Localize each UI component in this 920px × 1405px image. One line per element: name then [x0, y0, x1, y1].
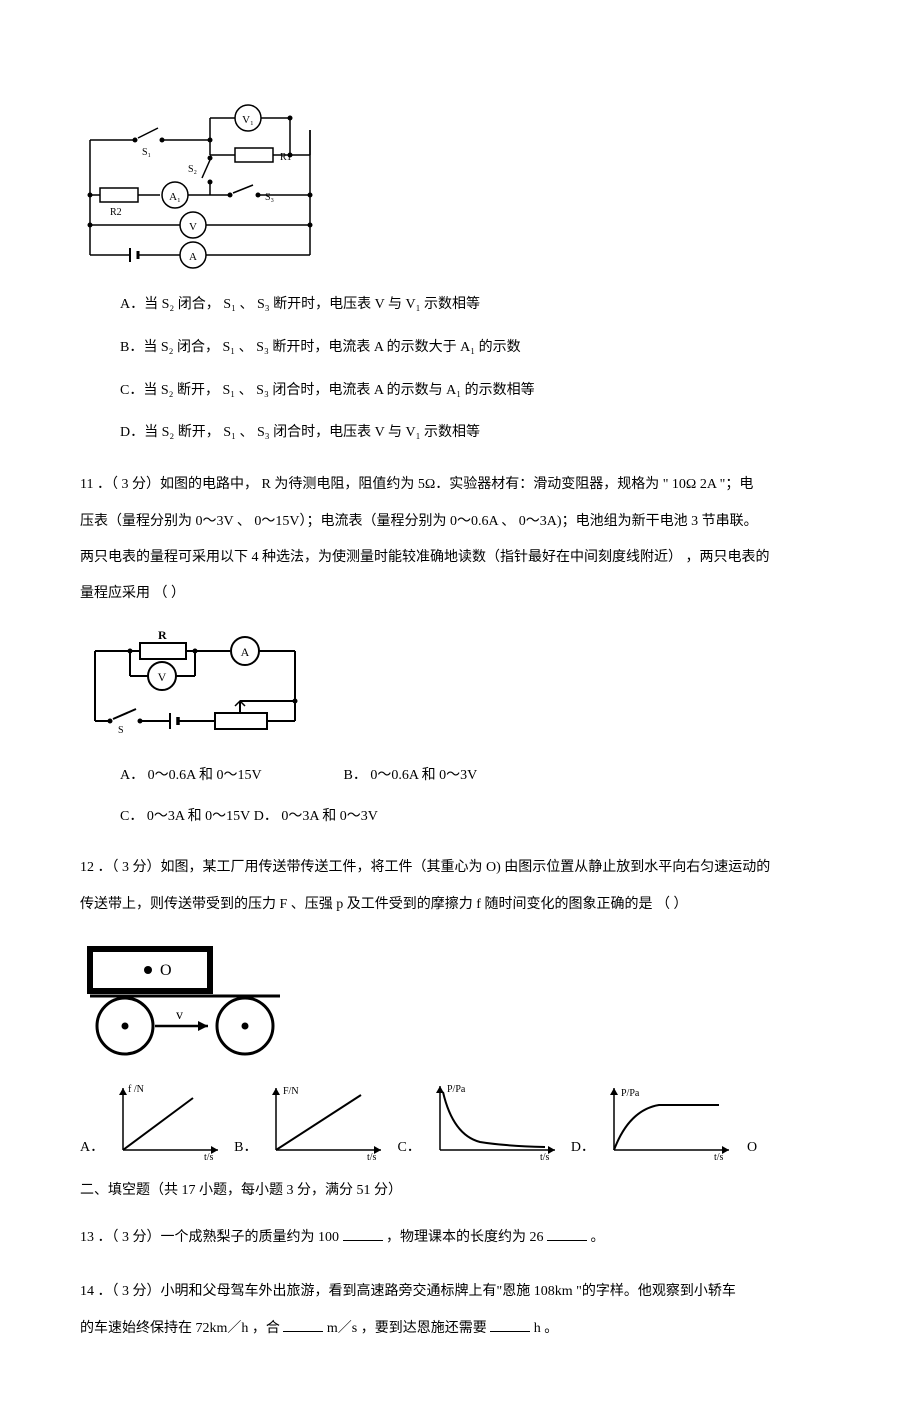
q11-option-c: C． 0～3A 和 0～15V	[120, 802, 250, 833]
q13-part3: 。	[587, 1230, 605, 1245]
q14-part4: h 。	[530, 1321, 558, 1336]
q12-line1: 12 ．（ 3 分）如图，某工厂用传送带传送工件，将工件（其重心为 O) 由图示…	[80, 850, 840, 886]
svg-text:A: A	[241, 645, 250, 659]
q12-label-b: B．	[234, 1137, 257, 1159]
svg-text:V: V	[158, 670, 167, 684]
svg-text:S₃: S₃	[265, 192, 274, 203]
svg-text:R2: R2	[110, 207, 122, 218]
svg-text:F/N: F/N	[283, 1086, 299, 1097]
svg-text:P/Pa: P/Pa	[621, 1088, 640, 1099]
svg-text:P/Pa: P/Pa	[447, 1084, 466, 1095]
q11-option-d: D． 0～3A 和 0～3V	[254, 802, 378, 833]
svg-text:A: A	[189, 251, 197, 263]
q11-line4: 量程应采用 （ ）	[80, 576, 840, 612]
svg-text:f /N: f /N	[128, 1084, 144, 1095]
svg-text:A₁: A₁	[169, 191, 181, 203]
q10-option-b: B．当 S₂ 闭合， S₁ 、 S₃ 断开时，电流表 A 的示数大于 A₁ 的示…	[120, 333, 840, 364]
q12-conveyor-diagram: O v	[80, 941, 840, 1069]
section-2-header: 二、填空题（共 17 小题，每小题 3 分，满分 51 分）	[80, 1180, 840, 1202]
svg-text:V: V	[189, 221, 197, 233]
svg-text:S₁: S₁	[142, 147, 151, 158]
q12-trail-o: O	[747, 1137, 757, 1159]
q12-graph-a: A． f /N t/s	[80, 1080, 228, 1160]
q11-options-row1: A． 0～0.6A 和 0～15V B． 0～0.6A 和 0～3V	[120, 761, 840, 792]
svg-text:O: O	[160, 962, 172, 979]
q12-graph-d: D． P/Pa t/s O	[571, 1080, 757, 1160]
svg-text:t/s: t/s	[367, 1152, 377, 1160]
q10-option-a: A．当 S₂ 闭合， S₁ 、 S₃ 断开时，电压表 V 与 V₁ 示数相等	[120, 290, 840, 321]
q12-label-d: D．	[571, 1137, 595, 1159]
q11-line2: 压表（量程分别为 0～3V 、 0～15V）；电流表（量程分别为 0～0.6A …	[80, 504, 840, 540]
q13-part2: ，物理课本的长度约为 26	[383, 1230, 548, 1245]
svg-text:R: R	[158, 631, 167, 642]
q13-part1: 13 ．（ 3 分）一个成熟梨子的质量约为 100	[80, 1230, 343, 1245]
q12-label-c: C．	[397, 1137, 420, 1159]
q11-stem: 11 ．（ 3 分）如图的电路中， R 为待测电阻，阻值约为 5Ω．实验器材有：…	[80, 467, 840, 613]
q14-blank1[interactable]	[283, 1318, 323, 1332]
q10-option-c: C．当 S₂ 断开， S₁ 、 S₃ 闭合时，电流表 A 的示数与 A₁ 的示数…	[120, 376, 840, 407]
q14: 14 ．（ 3 分）小明和父母驾车外出旅游，看到高速路旁交通标牌上有"恩施 10…	[80, 1274, 840, 1347]
q11-option-b: B． 0～0.6A 和 0～3V	[344, 761, 478, 792]
svg-text:t/s: t/s	[204, 1152, 214, 1160]
q13: 13 ．（ 3 分）一个成熟梨子的质量约为 100 ，物理课本的长度约为 26 …	[80, 1220, 840, 1256]
q12-graphs-row: A． f /N t/s B． F/N t/s C． P	[80, 1080, 840, 1160]
q11-options-row2: C． 0～3A 和 0～15V D． 0～3A 和 0～3V	[120, 802, 840, 833]
q12-line2: 传送带上，则传送带受到的压力 F 、压强 p 及工件受到的摩擦力 f 随时间变化…	[80, 887, 840, 923]
svg-text:S: S	[118, 725, 124, 736]
q11-line3: 两只电表的量程可采用以下 4 种选法，为使测量时能较准确地读数（指针最好在中间刻…	[80, 540, 840, 576]
svg-text:v: v	[176, 1008, 183, 1023]
q14-blank2[interactable]	[490, 1318, 530, 1332]
svg-text:V₁: V₁	[242, 114, 254, 126]
q11-line1: 11 ．（ 3 分）如图的电路中， R 为待测电阻，阻值约为 5Ω．实验器材有：…	[80, 467, 840, 503]
q13-blank1[interactable]	[343, 1227, 383, 1241]
q14-part3: m／s ，要到达恩施还需要	[323, 1321, 490, 1336]
q10-circuit-diagram: V₁ R1 S₂ S₁ R2 A₁ S₃ V	[80, 100, 840, 270]
q11-option-a: A． 0～0.6A 和 0～15V	[120, 761, 340, 792]
q12-graph-b: B． F/N t/s	[234, 1080, 391, 1160]
q14-line1: 14 ．（ 3 分）小明和父母驾车外出旅游，看到高速路旁交通标牌上有"恩施 10…	[80, 1274, 840, 1310]
q13-blank2[interactable]	[547, 1227, 587, 1241]
q12-stem: 12 ．（ 3 分）如图，某工厂用传送带传送工件，将工件（其重心为 O) 由图示…	[80, 850, 840, 923]
svg-text:S₂: S₂	[188, 164, 197, 175]
q14-part2: 的车速始终保持在 72km／h ，合	[80, 1321, 283, 1336]
q12-label-a: A．	[80, 1137, 104, 1159]
q11-circuit-diagram: R A V S	[80, 631, 840, 741]
q10-option-d: D．当 S₂ 断开， S₁ 、 S₃ 闭合时，电压表 V 与 V₁ 示数相等	[120, 418, 840, 449]
q12-graph-c: C． P/Pa t/s	[397, 1080, 564, 1160]
svg-text:t/s: t/s	[540, 1152, 550, 1160]
svg-text:t/s: t/s	[714, 1152, 724, 1160]
